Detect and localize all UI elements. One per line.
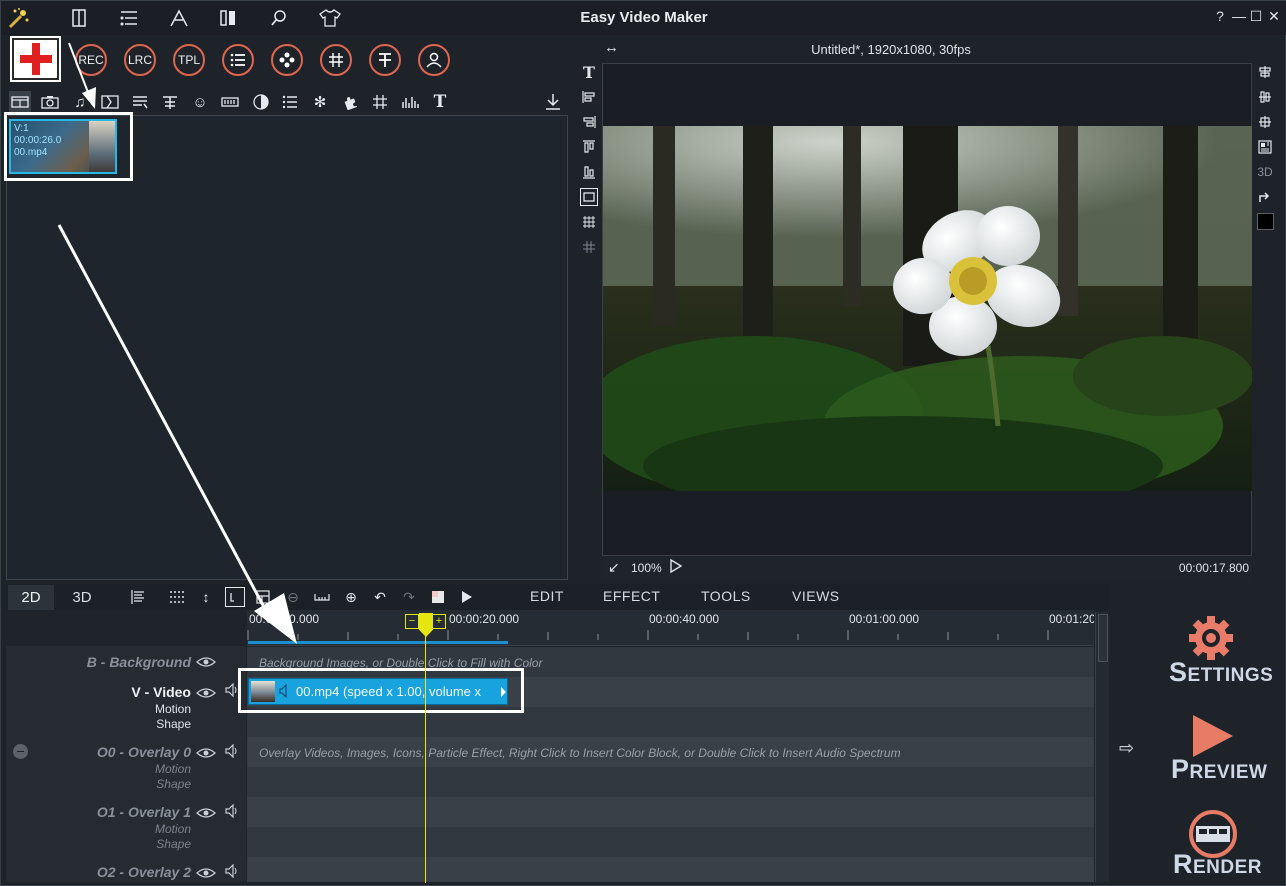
preview-rest: REVIEW [1189, 762, 1268, 783]
preview-button[interactable]: PREVIEW [1171, 754, 1267, 785]
render-cap: R [1173, 849, 1193, 879]
preview-cap: P [1171, 754, 1190, 784]
tutorial-arrows [57, 42, 297, 644]
settings-button[interactable]: SETTINGS [1169, 657, 1273, 688]
settings-cap: S [1169, 657, 1188, 687]
collapse-panel-arrow-icon[interactable]: ⇨ [1119, 738, 1134, 759]
app-window: Easy Video Maker ? — ☐ ✕ REC LRC TPL ♫ ☺… [0, 0, 1286, 886]
settings-rest: ETTINGS [1187, 665, 1274, 686]
render-rest: ENDER [1193, 857, 1263, 878]
render-button[interactable]: RENDER [1173, 849, 1262, 880]
